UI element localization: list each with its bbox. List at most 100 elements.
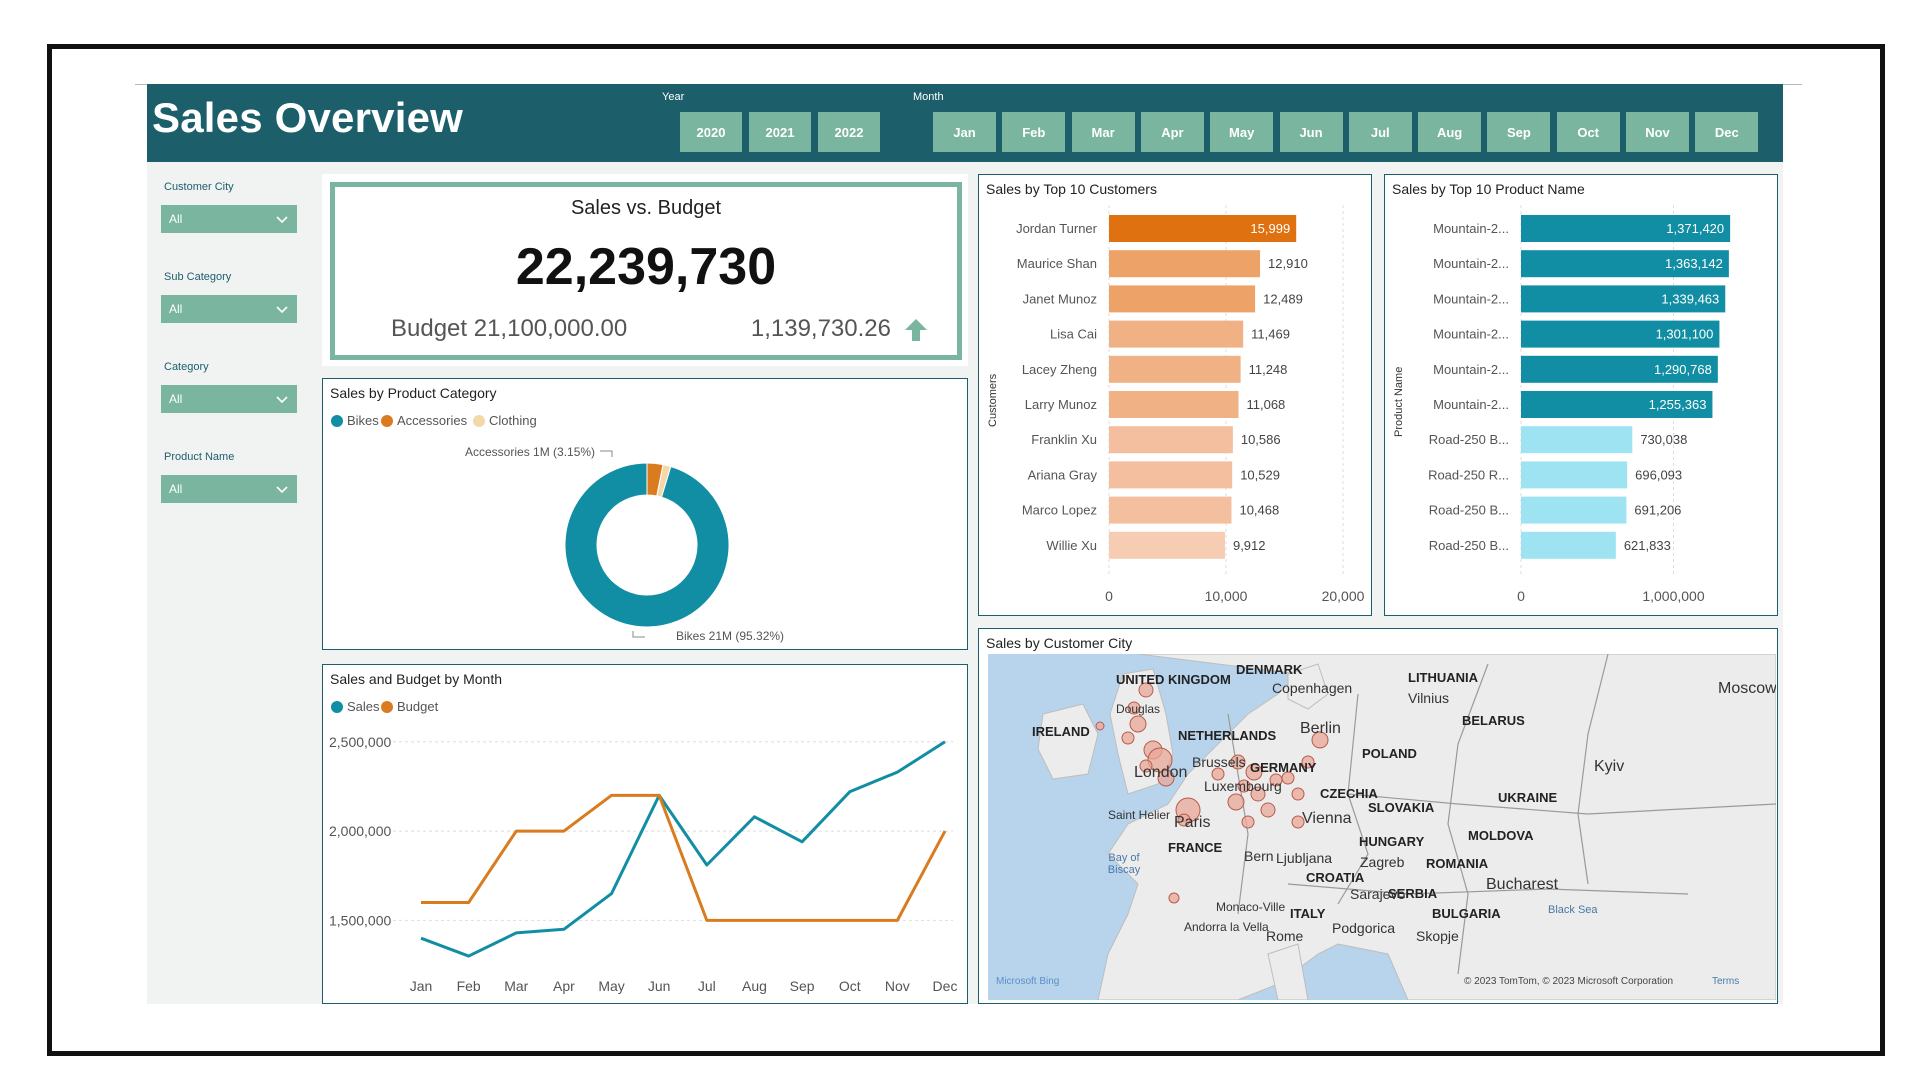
filter-label-product-name: Product Name — [164, 451, 235, 463]
map-label: CZECHIA — [1320, 786, 1378, 801]
month-button-oct[interactable]: Oct — [1556, 112, 1620, 152]
map-label: Zagreb — [1360, 854, 1405, 870]
sub-category-dropdown[interactable]: All — [161, 295, 297, 323]
y-tick-label: 2,500,000 — [329, 734, 391, 750]
bar[interactable] — [1521, 496, 1627, 524]
month-button-nov[interactable]: Nov — [1626, 112, 1689, 152]
year-button-2020[interactable]: 2020 — [680, 112, 742, 152]
bar[interactable] — [1109, 531, 1225, 559]
bar[interactable] — [1109, 391, 1239, 418]
year-slicer-caption: Year — [662, 91, 685, 103]
x-tick-label: Jun — [648, 978, 671, 994]
line-chart: 1,500,000 2,000,000 2,500,000 Jan Feb Mar Apr M… — [329, 734, 958, 994]
month-button-mar[interactable]: Mar — [1071, 112, 1135, 152]
year-button-2021[interactable]: 2021 — [749, 112, 811, 152]
category-label: Lacey Zheng — [1022, 362, 1097, 377]
month-button-aug[interactable]: Aug — [1418, 112, 1482, 152]
sales-vs-budget-card: Sales vs. Budget 22,239,730 Budget 21,10… — [330, 182, 962, 360]
map-label: DENMARK — [1236, 662, 1303, 677]
map-label: Copenhagen — [1272, 680, 1353, 696]
month-button-jan[interactable]: Jan — [933, 112, 996, 152]
bar[interactable] — [1109, 496, 1232, 524]
month-button-jul[interactable]: Jul — [1348, 112, 1412, 152]
year-button-2022[interactable]: 2022 — [818, 112, 880, 152]
month-button-dec[interactable]: Dec — [1695, 112, 1759, 152]
x-tick-label: Oct — [839, 978, 861, 994]
bar[interactable] — [1521, 426, 1633, 454]
x-tick-label: Aug — [742, 978, 767, 994]
customer-city-map[interactable]: UNITED KINGDOM IRELAND DENMARK NETHERLAN… — [988, 654, 1776, 1000]
bar[interactable] — [1521, 461, 1628, 489]
map-label: SLOVAKIA — [1368, 800, 1435, 815]
x-tick-label: Dec — [933, 978, 958, 994]
customer-city-dropdown[interactable]: All — [161, 205, 297, 233]
category-label: Franklin Xu — [1031, 432, 1097, 447]
chevron-down-icon — [276, 216, 288, 224]
month-button-may[interactable]: May — [1210, 112, 1274, 152]
bar[interactable] — [1109, 285, 1256, 313]
sales-budget-month-card: Sales and Budget by Month Sales Budget 1… — [322, 664, 968, 1004]
map-label: LITHUANIA — [1408, 670, 1479, 685]
x-tick-label: Nov — [885, 978, 910, 994]
customers-bar-chart: 0 10,000 20,000 Jordan Turner 15,999 Maurice … — [1016, 205, 1365, 604]
map-label: Skopje — [1416, 928, 1459, 944]
data-label: 1,339,463 — [1661, 291, 1719, 306]
data-label: 1,363,142 — [1665, 256, 1723, 271]
series-line-sales[interactable] — [420, 740, 946, 958]
data-label: 691,206 — [1634, 503, 1681, 518]
category-label: Mountain-2... — [1433, 397, 1509, 412]
leader-line — [632, 631, 645, 638]
data-label: 10,529 — [1240, 467, 1280, 482]
map-label: Luxembourg — [1204, 778, 1282, 794]
bar[interactable] — [1109, 426, 1233, 454]
chevron-down-icon — [276, 396, 288, 404]
map-label: IRELAND — [1032, 724, 1090, 739]
kpi-difference: 1,139,730.26 — [750, 315, 891, 342]
data-label: 1,371,420 — [1666, 221, 1724, 236]
y-tick-label: 1,500,000 — [329, 912, 391, 928]
data-label: 12,910 — [1268, 256, 1308, 271]
chevron-down-icon — [276, 486, 288, 494]
map-label: Vilnius — [1408, 690, 1449, 706]
map-label: Brussels — [1192, 754, 1246, 770]
data-label: 9,912 — [1233, 538, 1266, 553]
bar[interactable] — [1521, 531, 1616, 559]
map-label: Saint Helier — [1108, 808, 1171, 822]
month-button-apr[interactable]: Apr — [1140, 112, 1204, 152]
bar[interactable] — [1109, 461, 1233, 489]
map-label: ITALY — [1290, 906, 1326, 921]
map-label: POLAND — [1362, 746, 1417, 761]
kpi-title: Sales vs. Budget — [570, 197, 722, 219]
product-name-dropdown[interactable]: All — [161, 475, 297, 503]
map-label: London — [1134, 764, 1188, 781]
map-label: Sarajevo — [1350, 886, 1406, 902]
category-dropdown[interactable]: All — [161, 385, 297, 413]
map-terms-link[interactable]: Terms — [1712, 976, 1739, 987]
x-tick-label: Sep — [790, 978, 815, 994]
month-button-sep[interactable]: Sep — [1487, 112, 1551, 152]
data-label: 1,301,100 — [1656, 327, 1714, 342]
map-label: Andorra la Vella — [1184, 920, 1269, 934]
map-label: UKRAINE — [1498, 790, 1558, 805]
bar[interactable] — [1109, 320, 1244, 348]
x-tick-label: Apr — [553, 978, 575, 994]
x-tick-label: 10,000 — [1205, 588, 1248, 604]
arrow-up-icon — [905, 319, 927, 341]
month-button-feb[interactable]: Feb — [1002, 112, 1066, 152]
map-land — [1037, 654, 1776, 1000]
x-tick-label: Jan — [410, 978, 433, 994]
bikes-data-label: Bikes 21M (95.32%) — [676, 629, 785, 643]
category-label: Road-250 B... — [1429, 503, 1509, 518]
data-label: 12,489 — [1263, 291, 1303, 306]
bar[interactable] — [1109, 355, 1241, 383]
month-button-jun[interactable]: Jun — [1279, 112, 1343, 152]
series-line-budget[interactable] — [421, 793, 947, 922]
bar[interactable] — [1109, 250, 1261, 278]
map-label: Kyiv — [1594, 758, 1625, 775]
map-label: BELARUS — [1462, 713, 1525, 728]
map-label: MOLDOVA — [1468, 828, 1534, 843]
data-label: 15,999 — [1250, 221, 1290, 236]
y-tick-label: 2,000,000 — [329, 823, 391, 839]
category-label: Jordan Turner — [1016, 221, 1098, 236]
map-label: Rome — [1266, 928, 1304, 944]
